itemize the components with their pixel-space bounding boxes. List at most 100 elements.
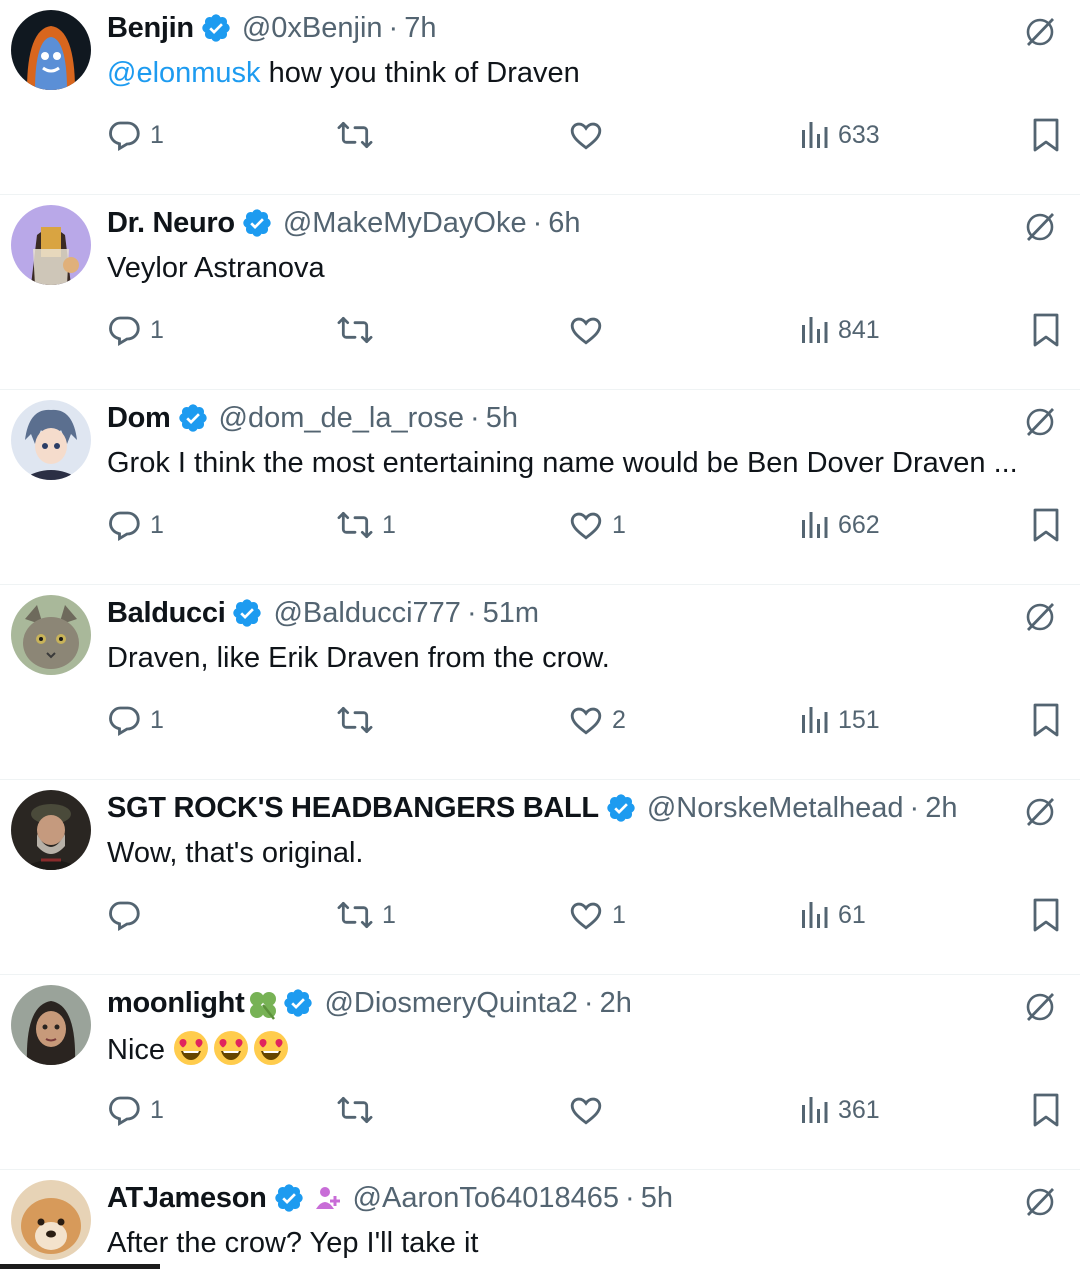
timestamp[interactable]: 5h: [641, 1182, 673, 1215]
timestamp[interactable]: 2h: [600, 987, 632, 1020]
bookmark-button[interactable]: [1030, 505, 1062, 545]
handle[interactable]: @NorskeMetalhead: [647, 792, 904, 825]
reply-count: 1: [150, 510, 164, 539]
display-name[interactable]: moonlight: [107, 987, 245, 1020]
reply-button[interactable]: [106, 895, 150, 935]
separator: ·: [909, 791, 920, 824]
retweet-button[interactable]: [336, 1090, 382, 1130]
avatar[interactable]: [11, 595, 91, 675]
grok-icon[interactable]: [1022, 1184, 1058, 1220]
views-icon: [800, 118, 830, 152]
bookmark-button[interactable]: [1030, 895, 1062, 935]
bookmark-icon: [1030, 117, 1062, 153]
reply-item[interactable]: ATJameson @AaronTo64018465 · 5h After th…: [0, 1170, 1080, 1269]
reply-text: Nice: [107, 1030, 289, 1068]
reply-button[interactable]: 1: [106, 505, 164, 545]
handle[interactable]: @dom_de_la_rose: [219, 402, 464, 435]
retweet-icon: [336, 1092, 374, 1128]
grok-icon[interactable]: [1022, 14, 1058, 50]
action-bar: 1 2 151: [0, 700, 1080, 740]
four-leaf-clover-icon: [246, 988, 277, 1020]
bookmark-button[interactable]: [1030, 1090, 1062, 1130]
reply-item[interactable]: Dom @dom_de_la_rose · 5h Grok I think th…: [0, 390, 1080, 585]
bookmark-button[interactable]: [1030, 310, 1062, 350]
reply-button[interactable]: 1: [106, 700, 164, 740]
handle[interactable]: @0xBenjin: [242, 12, 383, 45]
heart-icon: [568, 507, 604, 543]
reply-button[interactable]: 1: [106, 1090, 164, 1130]
retweet-button[interactable]: [336, 310, 382, 350]
grok-icon[interactable]: [1022, 599, 1058, 635]
avatar[interactable]: [11, 1180, 91, 1260]
retweet-button[interactable]: [336, 115, 382, 155]
action-bar: 1 841: [0, 310, 1080, 350]
avatar[interactable]: [11, 205, 91, 285]
handle[interactable]: @AaronTo64018465: [353, 1182, 619, 1215]
display-name[interactable]: ATJameson: [107, 1182, 267, 1215]
reply-item[interactable]: Benjin @0xBenjin · 7h @elonmusk how you …: [0, 0, 1080, 195]
views-button[interactable]: 662: [800, 505, 880, 545]
reply-text: Wow, that's original.: [107, 837, 364, 869]
bookmark-button[interactable]: [1030, 700, 1062, 740]
bookmark-button[interactable]: [1030, 115, 1062, 155]
grok-icon[interactable]: [1022, 989, 1058, 1025]
reply-item[interactable]: Balducci @Balducci777 · 51m Draven, like…: [0, 585, 1080, 780]
bottom-scroll-indicator: [0, 1264, 160, 1269]
views-button[interactable]: 151: [800, 700, 880, 740]
reply-item[interactable]: Dr. Neuro @MakeMyDayOke · 6h Veylor Astr…: [0, 195, 1080, 390]
views-button[interactable]: 633: [800, 115, 880, 155]
retweet-icon: [336, 702, 374, 738]
handle[interactable]: @MakeMyDayOke: [283, 207, 527, 240]
timestamp[interactable]: 2h: [925, 792, 957, 825]
like-button[interactable]: 1: [568, 895, 626, 935]
avatar[interactable]: [11, 10, 91, 90]
views-count: 61: [838, 900, 866, 929]
handle[interactable]: @DiosmeryQuinta2: [324, 987, 577, 1020]
display-name[interactable]: SGT ROCK'S HEADBANGERS BALL: [107, 792, 599, 825]
display-name[interactable]: Benjin: [107, 12, 194, 45]
reply-button[interactable]: 1: [106, 115, 164, 155]
avatar[interactable]: [11, 790, 91, 870]
grok-icon[interactable]: [1022, 794, 1058, 830]
reply-count: 1: [150, 315, 164, 344]
reply-item[interactable]: SGT ROCK'S HEADBANGERS BALL @NorskeMetal…: [0, 780, 1080, 975]
display-name[interactable]: Dr. Neuro: [107, 207, 235, 240]
timestamp[interactable]: 7h: [404, 12, 436, 45]
timestamp[interactable]: 5h: [486, 402, 518, 435]
display-name[interactable]: Balducci: [107, 597, 226, 630]
retweet-count: 1: [382, 900, 396, 929]
display-name[interactable]: Dom: [107, 402, 171, 435]
retweet-button[interactable]: 1: [336, 895, 396, 935]
heart-icon: [568, 702, 604, 738]
retweet-button[interactable]: 1: [336, 505, 396, 545]
action-bar: 1 361: [0, 1090, 1080, 1130]
like-button[interactable]: [568, 310, 612, 350]
like-button[interactable]: 2: [568, 700, 626, 740]
timestamp[interactable]: 51m: [483, 597, 539, 630]
avatar[interactable]: [11, 400, 91, 480]
verified-badge-icon: [241, 207, 273, 239]
views-icon: [800, 898, 830, 932]
views-button[interactable]: 841: [800, 310, 880, 350]
bookmark-icon: [1030, 702, 1062, 738]
heart-eyes-emoji-icon: [213, 1030, 249, 1066]
mention-link[interactable]: @elonmusk: [107, 57, 261, 89]
grok-icon[interactable]: [1022, 209, 1058, 245]
avatar[interactable]: [11, 985, 91, 1065]
like-button[interactable]: [568, 1090, 612, 1130]
like-button[interactable]: 1: [568, 505, 626, 545]
reply-icon: [106, 507, 142, 543]
reply-button[interactable]: 1: [106, 310, 164, 350]
views-button[interactable]: 361: [800, 1090, 880, 1130]
retweet-button[interactable]: [336, 700, 382, 740]
views-button[interactable]: 61: [800, 895, 866, 935]
separator: ·: [388, 11, 399, 44]
verified-badge-icon: [273, 1182, 305, 1214]
handle[interactable]: @Balducci777: [273, 597, 460, 630]
separator: ·: [466, 596, 477, 629]
heart-icon: [568, 1092, 604, 1128]
like-button[interactable]: [568, 115, 612, 155]
reply-item[interactable]: moonlight @DiosmeryQuinta2 · 2h Nice 1 3…: [0, 975, 1080, 1170]
timestamp[interactable]: 6h: [548, 207, 580, 240]
grok-icon[interactable]: [1022, 404, 1058, 440]
